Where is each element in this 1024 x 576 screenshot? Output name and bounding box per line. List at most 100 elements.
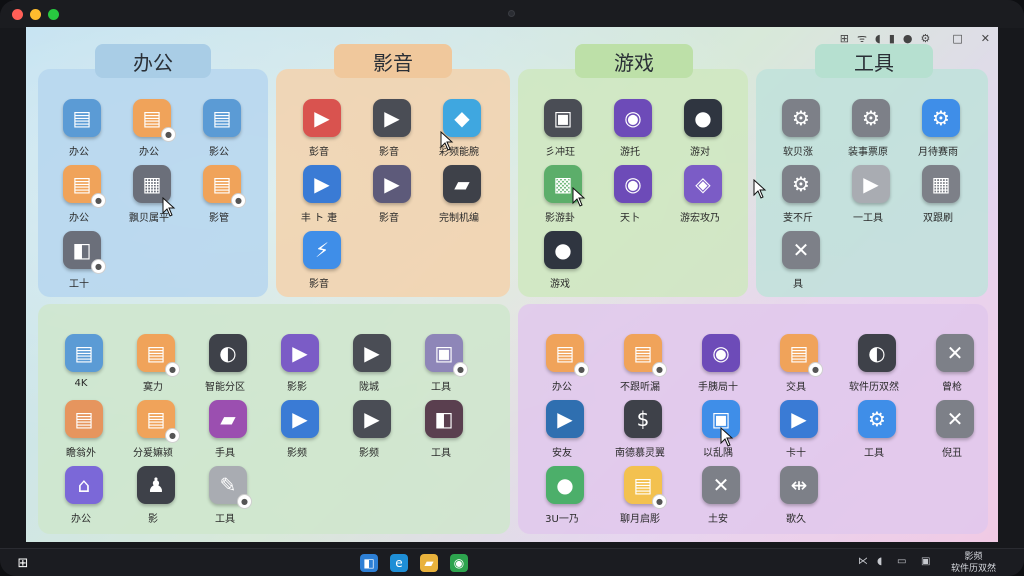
app-tile[interactable]: $ 南德慕灵翼 [609, 400, 677, 468]
app-tile[interactable]: ● 游戏 [529, 231, 597, 299]
film-icon[interactable]: ▰ [209, 400, 247, 438]
app-tile[interactable]: ▶ 安友 [531, 400, 599, 468]
tools-doc-icon[interactable]: ◧ ● [63, 231, 106, 274]
app-tile[interactable]: ✕ 土安 [687, 466, 755, 534]
app-tile[interactable]: ▤ ● 影管 [188, 165, 256, 233]
document-icon[interactable]: ▤ ● [546, 334, 589, 377]
play-icon[interactable]: ▶ [281, 400, 319, 438]
film-icon[interactable]: ▶ [303, 99, 341, 137]
network-icon[interactable]: ⋉ [858, 556, 868, 567]
app-tile[interactable]: ⌂ 办公 [50, 466, 118, 534]
media-icon[interactable]: ▶ [546, 400, 584, 438]
app-tile[interactable]: ⚡ 影音 [288, 231, 356, 299]
app-tile[interactable]: ▶ 影频 [266, 400, 334, 468]
app-tile[interactable]: ◐ 软件历双然 [843, 334, 911, 402]
camera-icon[interactable]: ◐ [858, 334, 896, 372]
maximize-dot[interactable] [48, 9, 59, 20]
app-tile[interactable]: ▶ 丰 ト 疌 [288, 165, 356, 233]
clock[interactable]: 影频 软件历双然 [951, 551, 996, 575]
wrench-icon[interactable]: ✕ [936, 334, 974, 372]
app-tile[interactable]: ◧ ● 工十 [48, 231, 116, 299]
app-tile[interactable]: ⇹ 歌久 [765, 466, 833, 534]
presentation-icon[interactable]: ▤ [203, 99, 241, 137]
play-icon[interactable]: ▶ [353, 400, 391, 438]
app-tile[interactable]: ▶ 一工具 [837, 165, 905, 233]
app-tile[interactable]: ▶ 影频 [338, 400, 406, 468]
app-tile[interactable]: ▤ ● 寞力 [122, 334, 190, 402]
battery-icon[interactable]: ▭ [897, 556, 906, 567]
app-tile[interactable]: ▣ ● 工具 [410, 334, 478, 402]
app-tile[interactable]: ⚙ 月待赛雨 [907, 99, 975, 167]
group-heading[interactable]: 游戏 [575, 44, 693, 78]
document-icon[interactable]: ▤ ● [133, 99, 176, 142]
app-tile[interactable]: ▤ ● 不跟听漏 [609, 334, 677, 402]
pen-tool-icon[interactable]: ✎ ● [209, 466, 252, 509]
notification-icon[interactable]: ▣ [921, 556, 930, 567]
play-icon[interactable]: ▶ [780, 400, 818, 438]
close-dot[interactable] [12, 9, 23, 20]
app-tile[interactable]: ✎ ● 工具 [194, 466, 262, 534]
gear-icon[interactable]: ⚙ [782, 165, 820, 203]
gamepad-icon[interactable]: ◉ [702, 334, 740, 372]
app-tile[interactable]: ▰ 完制机编 [428, 165, 496, 233]
play-icon[interactable]: ▶ [373, 165, 411, 203]
document-icon[interactable]: ▤ ● [137, 334, 180, 377]
presentation-icon[interactable]: ▤ [65, 334, 103, 372]
document-icon[interactable]: ▤ ● [624, 466, 667, 509]
app-tile[interactable]: ▤ 瞻翁外 [50, 400, 118, 468]
map-icon[interactable]: ◈ [684, 165, 722, 203]
wrench-icon[interactable]: ✕ [782, 231, 820, 269]
app-tile[interactable]: ▶ 影音 [358, 99, 426, 167]
app-tile[interactable]: ◉ 天卜 [599, 165, 667, 233]
app-tile[interactable]: ✕ 具 [767, 231, 835, 299]
character-icon[interactable]: ● [544, 231, 582, 269]
device-icon[interactable]: ▣ ● [425, 334, 468, 377]
volume-icon[interactable]: ◖ [877, 556, 882, 567]
app-tile[interactable]: ◉ 手胰局十 [687, 334, 755, 402]
group-heading[interactable]: 办公 [95, 44, 211, 78]
video-editor-icon[interactable]: ▰ [443, 165, 481, 203]
app-tile[interactable]: ▩ 影游卦 [529, 165, 597, 233]
document-icon[interactable]: ▤ ● [137, 400, 180, 443]
app-tile[interactable]: ▤ 影公 [188, 99, 256, 167]
app-tile[interactable]: ▤ ● 办公 [531, 334, 599, 402]
play-icon[interactable]: ▶ [303, 165, 341, 203]
fire-icon[interactable]: ● [684, 99, 722, 137]
app-tile[interactable]: ▤ ● 分爰嫲颍 [122, 400, 190, 468]
task-view-icon[interactable]: ◧ [360, 554, 378, 572]
app-tile[interactable]: ✕ 倪丑 [921, 400, 989, 468]
film-strip-icon[interactable]: ▣ [544, 99, 582, 137]
app-tile[interactable]: ◈ 游宏攻乃 [669, 165, 737, 233]
tools-doc-icon[interactable]: ◧ [425, 400, 463, 438]
app-tile[interactable]: ● 3U一乃 [531, 466, 599, 534]
gear-icon[interactable]: ⚙ [782, 99, 820, 137]
wrench-icon[interactable]: ✕ [936, 400, 974, 438]
app-tile[interactable]: ⚙ 装事票原 [837, 99, 905, 167]
document-icon[interactable]: ▤ [65, 400, 103, 438]
play-outline-icon[interactable]: ▶ [852, 165, 890, 203]
app-tile[interactable]: ⚙ 软贝涨 [767, 99, 835, 167]
gear-icon[interactable]: ⚙ [858, 400, 896, 438]
dollar-icon[interactable]: $ [624, 400, 662, 438]
grid-tools-icon[interactable]: ▦ [922, 165, 960, 203]
group-heading[interactable]: 影音 [334, 44, 452, 78]
app-tile[interactable]: ✕ 曾枪 [921, 334, 989, 402]
play-icon[interactable]: ▶ [373, 99, 411, 137]
app-tile[interactable]: ▤ ● 办公 [118, 99, 186, 167]
figure-icon[interactable]: ♟ [137, 466, 175, 504]
windows-start-icon[interactable]: ⊞ [14, 554, 32, 572]
app-tile[interactable]: ▤ ● 交具 [765, 334, 833, 402]
app-tile[interactable]: ◉ 游托 [599, 99, 667, 167]
contact-icon[interactable]: ● [546, 466, 584, 504]
edge-browser-icon[interactable]: e [390, 554, 408, 572]
app-tile[interactable]: ▤ ● 聊月启彫 [609, 466, 677, 534]
tv-icon[interactable]: ▶ [281, 334, 319, 372]
home-icon[interactable]: ⌂ [65, 466, 103, 504]
app-tile[interactable]: ⚙ 工具 [843, 400, 911, 468]
app-tile[interactable]: ▶ 影影 [266, 334, 334, 402]
gamepad-icon[interactable]: ◉ [614, 99, 652, 137]
app-tile[interactable]: ◧ 工具 [410, 400, 478, 468]
group-heading[interactable]: 工具 [815, 44, 933, 78]
lightning-icon[interactable]: ⚡ [303, 231, 341, 269]
dashes-icon[interactable]: ⇹ [780, 466, 818, 504]
